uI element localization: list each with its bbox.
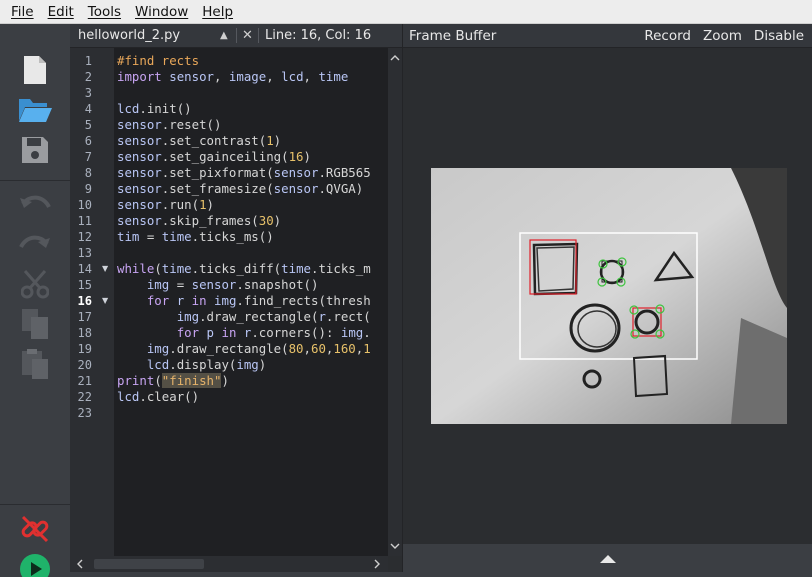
code-line[interactable]: print("finish") [117, 373, 229, 389]
paste-icon [22, 349, 48, 379]
save-icon [22, 137, 48, 163]
copy-button[interactable] [15, 306, 55, 342]
code-line[interactable]: lcd.clear() [117, 389, 199, 405]
status-strip [70, 572, 812, 577]
line-number: 18 [77, 326, 92, 340]
line-number: 17 [77, 310, 92, 324]
scroll-down-icon[interactable] [388, 539, 402, 553]
cursor-position: Line: 16, Col: 16 [258, 28, 371, 43]
code-line[interactable]: img.draw_rectangle(80,60,160,1 [117, 341, 371, 357]
cut-icon [21, 270, 49, 299]
code-line[interactable]: lcd.init() [117, 101, 192, 117]
record-button[interactable]: Record [644, 28, 691, 44]
code-line[interactable]: tim = time.ticks_ms() [117, 229, 274, 245]
scroll-left-icon[interactable] [73, 556, 87, 572]
menu-tools[interactable]: Tools [81, 0, 128, 24]
horizontal-scrollbar[interactable] [70, 556, 388, 572]
run-icon [20, 554, 50, 577]
new-file-icon [24, 56, 46, 84]
scroll-up-icon[interactable] [388, 51, 402, 65]
code-line[interactable]: for r in img.find_rects(thresh [117, 293, 371, 309]
menu-file[interactable]: File [4, 0, 41, 24]
disconnect-icon [21, 515, 49, 543]
paste-button[interactable] [15, 346, 55, 382]
left-toolbar [0, 24, 70, 577]
disconnect-button[interactable] [15, 511, 55, 547]
line-number: 5 [84, 118, 92, 132]
horizontal-scroll-thumb[interactable] [94, 559, 204, 569]
menu-help[interactable]: Help [195, 0, 240, 24]
code-line[interactable]: for p in r.corners(): img. [117, 325, 371, 341]
line-number: 6 [84, 134, 92, 148]
code-line[interactable]: sensor.reset() [117, 117, 221, 133]
editor-tab-bar: helloworld_2.py ▲︎ ✕ Line: 16, Col: 16 [70, 24, 402, 48]
close-file-icon[interactable]: ✕ [236, 28, 258, 43]
code-line[interactable]: img = sensor.snapshot() [117, 277, 319, 293]
code-line[interactable]: sensor.set_pixformat(sensor.RGB565 [117, 165, 371, 181]
code-line[interactable]: sensor.run(1) [117, 197, 214, 213]
line-number: 11 [77, 214, 92, 228]
file-selector-arrows-icon[interactable]: ▲︎ [220, 30, 236, 41]
redo-icon [19, 235, 50, 249]
code-line[interactable]: lcd.display(img) [117, 357, 266, 373]
code-line[interactable]: sensor.set_gainceiling(16) [117, 149, 311, 165]
line-number: 16 [77, 294, 92, 308]
line-number: 13 [77, 246, 92, 260]
redo-button[interactable] [15, 226, 55, 262]
line-number: 1 [84, 54, 92, 68]
cut-button[interactable] [15, 266, 55, 302]
line-number: 22 [77, 390, 92, 404]
line-number: 2 [84, 70, 92, 84]
line-number: 20 [77, 358, 92, 372]
code-editor[interactable]: #find rects import sensor, image, lcd, ti… [114, 48, 388, 556]
line-number: 7 [84, 150, 92, 164]
file-selector[interactable]: helloworld_2.py [70, 28, 220, 43]
expand-up-icon[interactable] [598, 553, 618, 565]
line-number: 3 [84, 86, 92, 100]
menu-edit[interactable]: Edit [41, 0, 81, 24]
line-number: 15 [77, 278, 92, 292]
menu-window[interactable]: Window [128, 0, 195, 24]
code-line[interactable]: sensor.set_contrast(1) [117, 133, 281, 149]
frame-buffer-splitter[interactable] [402, 544, 812, 572]
save-button[interactable] [15, 132, 55, 168]
line-number: 23 [77, 406, 92, 420]
undo-button[interactable] [15, 186, 55, 222]
menu-bar: File Edit Tools Window Help [0, 0, 812, 24]
line-number-gutter: 1 2 3 4 5 6 7 8 9 10 11 12 13 14 15 16 17 18 19 20 21 22 23 ▼ ▼ [70, 48, 114, 556]
code-line[interactable]: img.draw_rectangle(r.rect( [117, 309, 371, 325]
camera-frame [431, 168, 787, 424]
zoom-button[interactable]: Zoom [703, 28, 742, 44]
open-folder-icon [19, 99, 52, 122]
line-number: 19 [77, 342, 92, 356]
copy-icon [22, 309, 48, 339]
disable-button[interactable]: Disable [754, 28, 804, 44]
run-button[interactable] [15, 551, 55, 577]
frame-buffer-title: Frame Buffer [409, 27, 497, 44]
line-number: 9 [84, 182, 92, 196]
frame-buffer-view [402, 48, 812, 544]
fold-marker-icon[interactable]: ▼ [102, 261, 108, 277]
line-number: 14 [77, 262, 92, 276]
new-file-button[interactable] [15, 52, 55, 88]
scroll-right-icon[interactable] [370, 556, 384, 572]
undo-icon [20, 195, 51, 209]
line-number: 4 [84, 102, 92, 116]
code-line[interactable]: sensor.set_framesize(sensor.QVGA) [117, 181, 363, 197]
line-number: 12 [77, 230, 92, 244]
code-line[interactable]: #find rects [117, 53, 199, 69]
fold-marker-icon[interactable]: ▼ [102, 293, 108, 309]
line-number: 8 [84, 166, 92, 180]
vertical-scrollbar[interactable] [388, 48, 402, 556]
code-line[interactable]: import sensor, image, lcd, time [117, 69, 348, 85]
code-line[interactable]: sensor.skip_frames(30) [117, 213, 281, 229]
open-file-button[interactable] [15, 92, 55, 128]
code-line[interactable]: while(time.ticks_diff(time.ticks_m [117, 261, 371, 277]
line-number: 10 [77, 198, 92, 212]
frame-buffer-header: Frame Buffer Record Zoom Disable [402, 24, 812, 48]
line-number: 21 [77, 374, 92, 388]
